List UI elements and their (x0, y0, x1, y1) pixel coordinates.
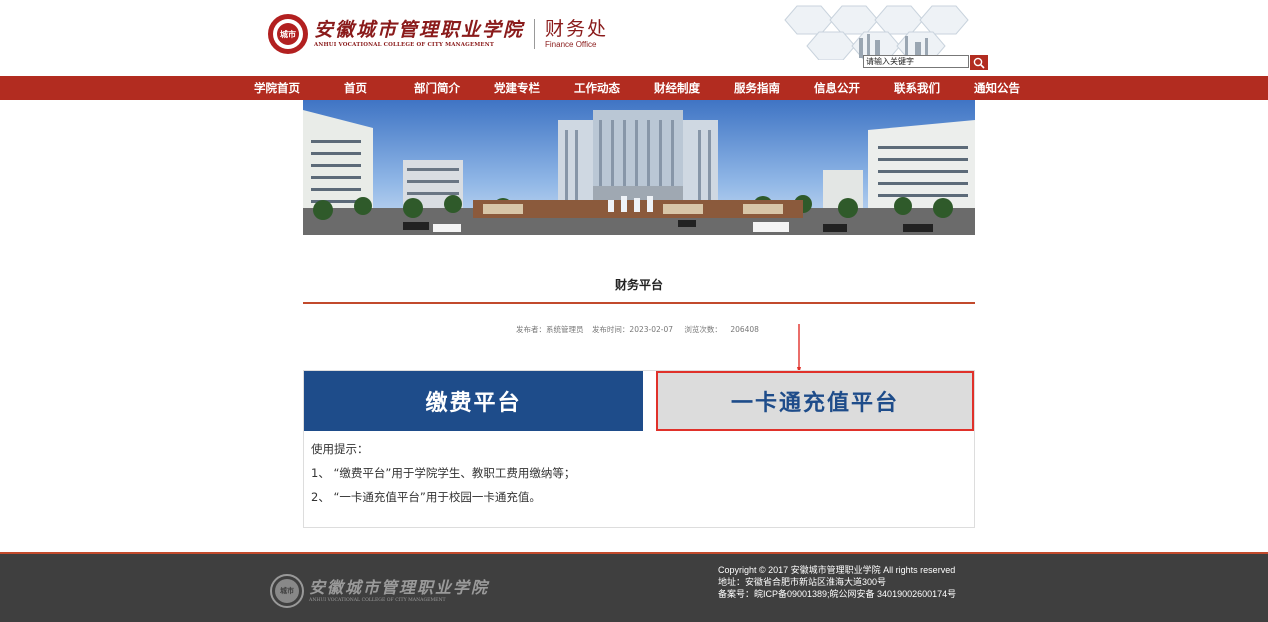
nav-party-building[interactable]: 党建专栏 (494, 76, 540, 100)
footer-info: Copyright © 2017 安徽城市管理职业学院 All rights r… (718, 564, 956, 600)
logo-divider (534, 19, 536, 49)
seal-text: 城市 (277, 23, 299, 45)
publish-date: 发布时间：2023-02-07 (591, 325, 674, 334)
article-meta: 发布者：系统管理员 发布时间：2023-02-07 浏览次数： 206408 (303, 324, 975, 335)
footer-logo: 城市 安徽城市管理职业学院 ANHUI VOCATIONAL COLLEGE O… (270, 574, 489, 608)
views-count: 206408 (730, 325, 759, 334)
nav-service-guide[interactable]: 服务指南 (734, 76, 780, 100)
nav-college-home[interactable]: 学院首页 (254, 76, 300, 100)
tips-heading: 使用提示： (311, 442, 369, 456)
tips-line-2: 2、 “一卡通充值平台”用于校园一卡通充值。 (311, 490, 541, 504)
search-icon (973, 57, 985, 69)
nav-department-intro[interactable]: 部门简介 (414, 76, 460, 100)
views-label-text: 浏览次数： (684, 325, 722, 334)
site-header: 城市 安徽城市管理职业学院 ANHUI VOCATIONAL COLLEGE O… (0, 0, 1268, 76)
college-name-en: ANHUI VOCATIONAL COLLEGE OF CITY MANAGEM… (314, 42, 495, 48)
title-divider (303, 302, 975, 304)
campus-banner-image (303, 100, 975, 235)
site-logo[interactable]: 城市 安徽城市管理职业学院 ANHUI VOCATIONAL COLLEGE O… (268, 12, 608, 56)
nav-home[interactable]: 首页 (344, 76, 367, 100)
decorative-hexagons (784, 5, 969, 60)
nav-info-disclosure[interactable]: 信息公开 (814, 76, 860, 100)
card-recharge-platform-button[interactable]: 一卡通充值平台 (656, 371, 974, 431)
college-name: 安徽城市管理职业学院 ANHUI VOCATIONAL COLLEGE OF C… (314, 19, 524, 49)
author-label: 发布者：系统管理员 (516, 325, 584, 334)
tips-line-1: 1、 “缴费平台”用于学院学生、教职工费用缴纳等； (311, 466, 576, 480)
nav-notices[interactable]: 通知公告 (974, 76, 1020, 100)
office-name: 财务处 Finance Office (545, 18, 608, 50)
nav-finance-rules[interactable]: 财经制度 (654, 76, 700, 100)
search-input[interactable]: 请输入关键字 (863, 55, 969, 68)
footer-seal-icon: 城市 (270, 574, 304, 608)
footer-college-name-cn: 安徽城市管理职业学院 (309, 577, 490, 597)
nav-work-news[interactable]: 工作动态 (574, 76, 620, 100)
copyright-text: Copyright © 2017 安徽城市管理职业学院 All rights r… (718, 565, 956, 575)
footer-college-name: 安徽城市管理职业学院 ANHUI VOCATIONAL COLLEGE OF C… (309, 577, 490, 604)
article-title: 财务平台 (614, 278, 663, 292)
main-nav: 学院首页 首页 部门简介 党建专栏 工作动态 财经制度 服务指南 信息公开 联系… (0, 76, 1268, 100)
college-seal-icon: 城市 (268, 14, 308, 54)
college-name-cn: 安徽城市管理职业学院 (314, 19, 525, 41)
usage-tips: 使用提示： 1、 “缴费平台”用于学院学生、教职工费用缴纳等； 2、 “一卡通充… (311, 437, 575, 509)
annotation-arrow-icon (797, 324, 801, 374)
address-text: 地址：安徽省合肥市新站区淮海大道300号 (718, 577, 887, 587)
footer-college-name-en: ANHUI VOCATIONAL COLLEGE OF CITY MANAGEM… (309, 597, 446, 603)
search-button[interactable] (970, 55, 988, 70)
nav-contact-us[interactable]: 联系我们 (894, 76, 940, 100)
icp-text: 备案号：皖ICP备09001389;皖公网安备 34019002600174号 (718, 589, 957, 599)
office-name-cn: 财务处 (545, 18, 609, 40)
office-name-en: Finance Office (545, 40, 597, 49)
site-footer: 城市 安徽城市管理职业学院 ANHUI VOCATIONAL COLLEGE O… (0, 552, 1268, 622)
views-label: 浏览次数： 206408 (681, 325, 762, 334)
payment-platform-button[interactable]: 缴费平台 (304, 371, 643, 431)
footer-seal-text: 城市 (275, 579, 299, 603)
